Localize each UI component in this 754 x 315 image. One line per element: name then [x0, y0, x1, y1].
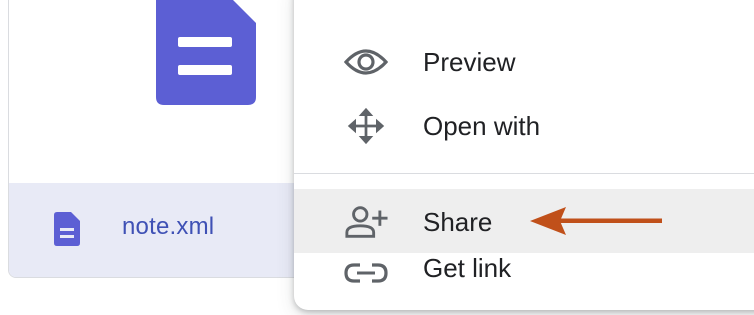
- eye-icon: [344, 49, 388, 75]
- menu-item-label: Open with: [423, 111, 541, 141]
- file-card[interactable]: note.xml: [8, 0, 340, 278]
- menu-item-open-with[interactable]: Open with: [294, 95, 754, 157]
- menu-item-share[interactable]: Share: [294, 189, 754, 253]
- context-menu: Preview Open with Share Get link: [294, 0, 754, 310]
- document-icon: [54, 212, 80, 246]
- menu-item-label: Get link: [423, 253, 512, 283]
- document-icon: [156, 0, 256, 105]
- menu-item-label: Share: [423, 207, 493, 237]
- file-footer[interactable]: note.xml: [9, 183, 339, 277]
- annotation-arrow-icon: [530, 207, 662, 235]
- person-add-icon: [345, 206, 388, 238]
- menu-item-get-link[interactable]: Get link: [294, 253, 754, 315]
- link-icon: [344, 263, 388, 283]
- move-arrows-icon: [347, 107, 385, 145]
- menu-item-preview[interactable]: Preview: [294, 31, 754, 93]
- file-thumbnail[interactable]: [9, 0, 339, 183]
- menu-divider: [294, 173, 754, 174]
- file-name[interactable]: note.xml: [122, 213, 214, 241]
- menu-item-label: Preview: [423, 47, 516, 77]
